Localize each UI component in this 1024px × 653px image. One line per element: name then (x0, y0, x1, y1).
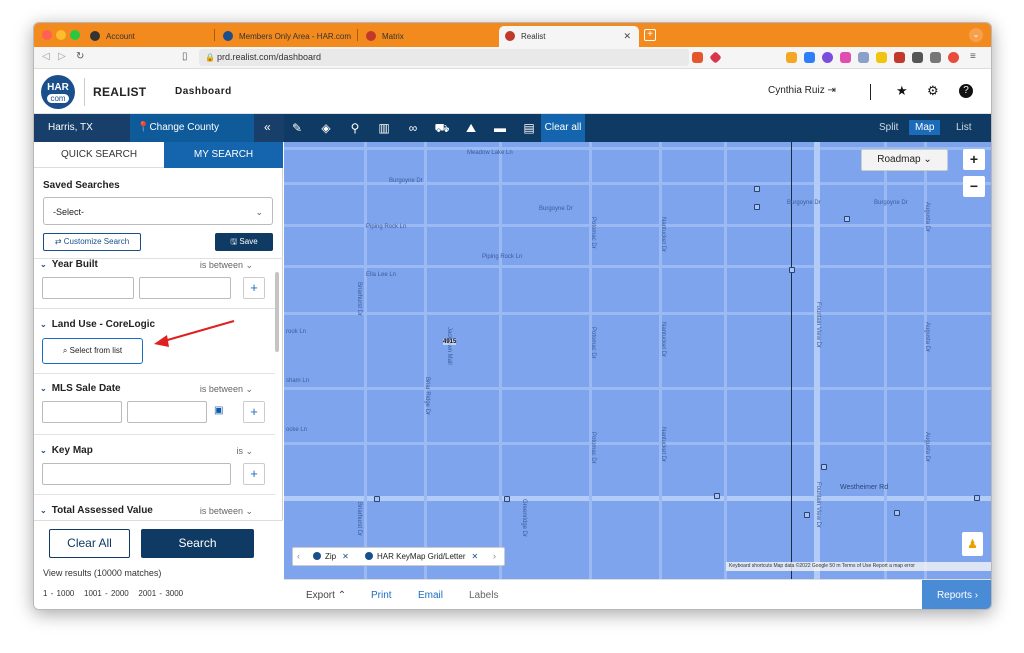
annotation-arrow (154, 320, 235, 347)
arrow-shaft (163, 320, 235, 342)
arrow-head (154, 335, 169, 347)
browser-window: Account Members Only Area - HAR.com Matr… (33, 22, 992, 610)
